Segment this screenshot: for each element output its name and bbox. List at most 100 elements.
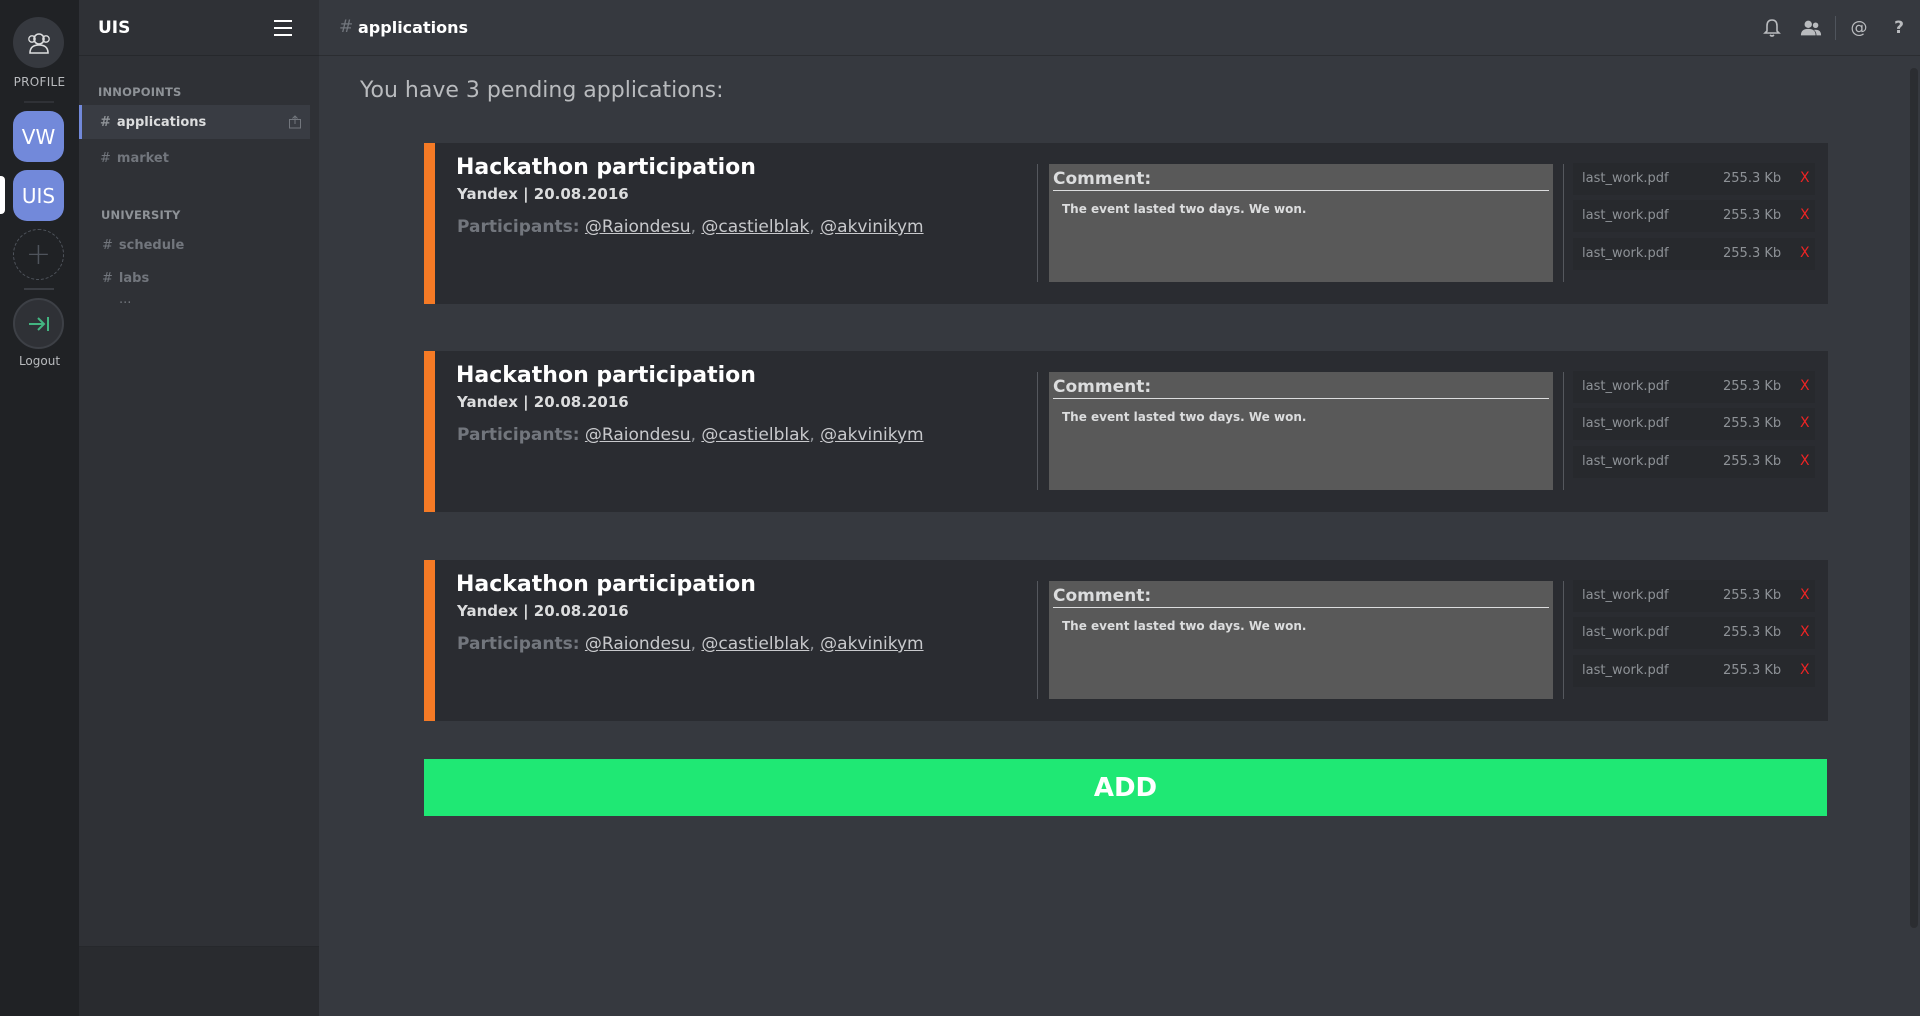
divider — [1037, 581, 1038, 699]
channel-title: applications — [358, 18, 468, 37]
delete-file-button[interactable]: X — [1800, 207, 1810, 223]
help-icon[interactable]: ? — [1888, 17, 1910, 39]
comment-label: Comment: — [1053, 169, 1549, 191]
divider — [1563, 164, 1564, 282]
file-size: 255.3 Kb — [1723, 246, 1782, 261]
add-server-button[interactable]: + — [13, 229, 64, 280]
status-stripe — [424, 143, 435, 304]
delete-file-button[interactable]: X — [1800, 170, 1810, 186]
comment-text: The event lasted two days. We won. — [1062, 410, 1307, 424]
delete-file-button[interactable]: X — [1800, 662, 1810, 678]
delete-file-button[interactable]: X — [1800, 378, 1810, 394]
file-name[interactable]: last_work.pdf — [1582, 625, 1669, 640]
attachment-row[interactable]: last_work.pdf 255.3 Kb X — [1573, 200, 1815, 232]
hash-icon: # — [100, 114, 111, 130]
category-innopoints[interactable]: INNOPOINTS — [98, 85, 182, 99]
application-title: Hackathon participation — [456, 572, 756, 597]
channel-applications[interactable]: # applications — [79, 105, 310, 139]
participant-link[interactable]: @Raiondesu — [585, 634, 691, 654]
more-channels[interactable]: ... — [119, 292, 131, 307]
plus-icon: + — [25, 236, 52, 272]
header-divider — [1835, 16, 1836, 40]
application-title: Hackathon participation — [456, 363, 756, 388]
file-size: 255.3 Kb — [1723, 171, 1782, 186]
hash-icon: # — [102, 270, 113, 286]
attachment-row[interactable]: last_work.pdf 255.3 Kb X — [1573, 238, 1815, 270]
rail-divider — [24, 101, 54, 103]
users-group-icon — [27, 32, 50, 54]
sidebar-footer — [79, 946, 319, 1016]
share-icon[interactable] — [288, 115, 302, 133]
server-uis[interactable]: UIS — [13, 170, 64, 221]
divider — [1037, 164, 1038, 282]
server-header: UIS — [79, 0, 319, 56]
attachment-row[interactable]: last_work.pdf 255.3 Kb X — [1573, 580, 1815, 612]
participant-link[interactable]: @akvinikym — [820, 634, 923, 654]
file-name[interactable]: last_work.pdf — [1582, 588, 1669, 603]
profile-button[interactable] — [13, 17, 64, 68]
channel-labs[interactable]: # labs — [79, 261, 319, 295]
channel-label: market — [116, 150, 169, 166]
attachment-row[interactable]: last_work.pdf 255.3 Kb X — [1573, 408, 1815, 440]
divider — [1563, 372, 1564, 490]
participant-link[interactable]: @castielblak — [701, 634, 809, 654]
application-card: Hackathon participation Yandex | 20.08.2… — [424, 351, 1828, 512]
file-name[interactable]: last_work.pdf — [1582, 379, 1669, 394]
menu-icon[interactable] — [274, 20, 292, 36]
comment-label: Comment: — [1053, 586, 1549, 608]
delete-file-button[interactable]: X — [1800, 587, 1810, 603]
category-university[interactable]: UNIVERSITY — [101, 208, 181, 222]
attachment-row[interactable]: last_work.pdf 255.3 Kb X — [1573, 655, 1815, 687]
server-name: UIS — [98, 18, 131, 38]
comment-box: Comment: The event lasted two days. We w… — [1049, 581, 1553, 699]
pending-count-text: You have 3 pending applications: — [360, 78, 724, 103]
delete-file-button[interactable]: X — [1800, 245, 1810, 261]
comment-label: Comment: — [1053, 377, 1549, 399]
comment-box: Comment: The event lasted two days. We w… — [1049, 164, 1553, 282]
participant-link[interactable]: @Raiondesu — [585, 425, 691, 445]
participant-link[interactable]: @akvinikym — [820, 425, 923, 445]
active-server-indicator — [0, 176, 5, 214]
divider — [1563, 581, 1564, 699]
attachment-row[interactable]: last_work.pdf 255.3 Kb X — [1573, 617, 1815, 649]
file-name[interactable]: last_work.pdf — [1582, 171, 1669, 186]
delete-file-button[interactable]: X — [1800, 453, 1810, 469]
file-name[interactable]: last_work.pdf — [1582, 246, 1669, 261]
participant-link[interactable]: @Raiondesu — [585, 217, 691, 237]
comment-text: The event lasted two days. We won. — [1062, 619, 1307, 633]
file-name[interactable]: last_work.pdf — [1582, 663, 1669, 678]
file-size: 255.3 Kb — [1723, 379, 1782, 394]
at-icon[interactable]: @ — [1848, 17, 1870, 39]
add-application-button[interactable]: ADD — [424, 759, 1827, 816]
application-title: Hackathon participation — [456, 155, 756, 180]
file-name[interactable]: last_work.pdf — [1582, 454, 1669, 469]
file-name[interactable]: last_work.pdf — [1582, 416, 1669, 431]
scrollbar[interactable] — [1910, 68, 1918, 928]
channel-label: labs — [118, 270, 150, 286]
application-subtitle: Yandex | 20.08.2016 — [457, 185, 629, 203]
channel-label: applications — [116, 114, 207, 130]
people-icon[interactable] — [1800, 17, 1822, 39]
file-size: 255.3 Kb — [1723, 208, 1782, 223]
participant-link[interactable]: @castielblak — [701, 425, 809, 445]
delete-file-button[interactable]: X — [1800, 415, 1810, 431]
file-size: 255.3 Kb — [1723, 588, 1782, 603]
delete-file-button[interactable]: X — [1800, 624, 1810, 640]
file-name[interactable]: last_work.pdf — [1582, 208, 1669, 223]
server-vw[interactable]: VW — [13, 111, 64, 162]
logout-icon — [28, 316, 49, 331]
participant-link[interactable]: @castielblak — [701, 217, 809, 237]
hash-icon: # — [339, 17, 354, 37]
attachment-row[interactable]: last_work.pdf 255.3 Kb X — [1573, 371, 1815, 403]
participants-label: Participants: — [457, 634, 580, 654]
file-size: 255.3 Kb — [1723, 625, 1782, 640]
channel-schedule[interactable]: # schedule — [79, 228, 319, 262]
attachment-row[interactable]: last_work.pdf 255.3 Kb X — [1573, 446, 1815, 478]
bell-icon[interactable] — [1761, 17, 1783, 39]
application-card: Hackathon participation Yandex | 20.08.2… — [424, 560, 1828, 721]
file-size: 255.3 Kb — [1723, 454, 1782, 469]
participant-link[interactable]: @akvinikym — [820, 217, 923, 237]
channel-market[interactable]: # market — [79, 141, 319, 175]
logout-button[interactable] — [13, 298, 64, 349]
attachment-row[interactable]: last_work.pdf 255.3 Kb X — [1573, 163, 1815, 195]
